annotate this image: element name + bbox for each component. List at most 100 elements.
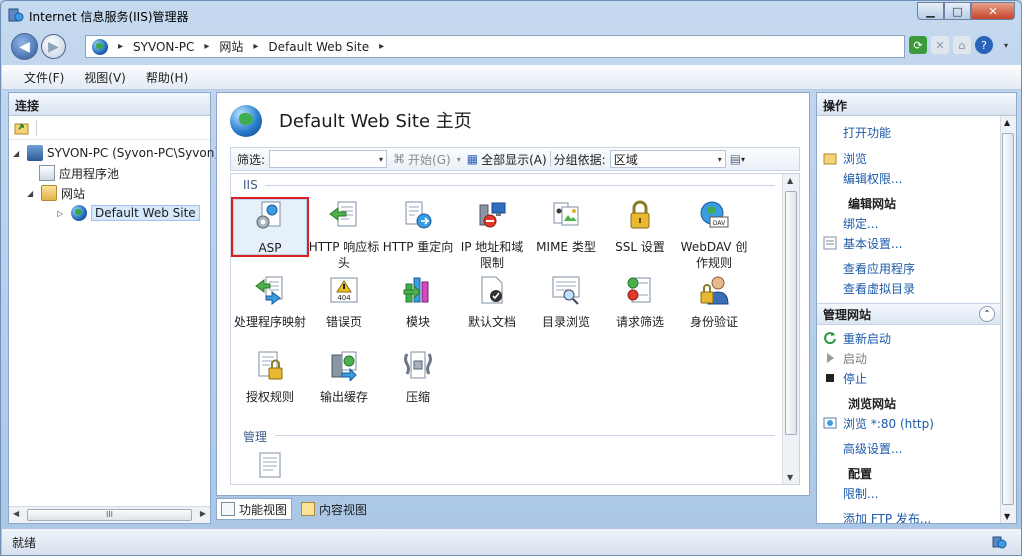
feature-http-redirect[interactable]: HTTP 重定向 (381, 199, 455, 255)
request-filtering-icon (627, 277, 651, 303)
feature-http-response-headers[interactable]: HTTP 响应标头 (307, 199, 381, 271)
tree-item-app-pools[interactable]: 应用程序池 (39, 164, 119, 182)
feature-ip-domain-restrictions[interactable]: IP 地址和域限制 (455, 199, 529, 271)
feature-webdav-authoring-rules[interactable]: DAV WebDAV 创作规则 (677, 199, 751, 271)
scroll-up-icon[interactable]: ▲ (787, 176, 793, 185)
feature-output-caching[interactable]: 输出缓存 (307, 349, 381, 405)
chevron-down-icon[interactable]: ▾ (457, 155, 461, 164)
features-vertical-scrollbar[interactable]: ▲ ▼ (782, 174, 799, 484)
tab-content-view[interactable]: 内容视图 (296, 498, 372, 520)
close-button[interactable]: ✕ (971, 2, 1015, 20)
action-advanced-settings[interactable]: 高级设置... (817, 438, 1001, 458)
feature-error-pages[interactable]: 404 错误页 (307, 274, 381, 330)
menu-file[interactable]: 文件(F) (24, 69, 64, 86)
action-view-virtual-directories[interactable]: 查看虚拟目录 (817, 278, 1001, 298)
show-all-button[interactable]: ▦ 全部显示(A) (467, 151, 547, 168)
feature-compression[interactable]: 压缩 (381, 349, 455, 405)
action-add-ftp-publishing[interactable]: 添加 FTP 发布... (817, 508, 1001, 524)
feature-modules[interactable]: 模块 (381, 274, 455, 330)
ip-domain-restrictions-icon (479, 202, 506, 228)
feature-authorization-rules[interactable]: 授权规则 (233, 349, 307, 405)
chevron-down-icon[interactable]: ▾ (741, 155, 745, 164)
view-mode-button[interactable]: ▤ ▾ (730, 152, 745, 166)
feature-request-filtering[interactable]: 请求筛选 (603, 274, 677, 330)
collapse-icon[interactable]: ⌃ (979, 306, 995, 322)
feature-default-document[interactable]: 默认文档 (455, 274, 529, 330)
tree-expander[interactable]: ◢ (13, 149, 23, 158)
action-explore[interactable]: 浏览 (817, 148, 1001, 168)
action-open-feature[interactable]: 打开功能 (817, 122, 1001, 142)
menu-help[interactable]: 帮助(H) (146, 69, 188, 86)
breadcrumb-server[interactable]: SYVON-PC (133, 40, 194, 54)
home-icon[interactable]: ⌂ (953, 36, 971, 54)
feature-label: IP 地址和域限制 (460, 240, 524, 270)
feature-directory-browsing[interactable]: 目录浏览 (529, 274, 603, 330)
action-start[interactable]: 启动 (817, 348, 1001, 368)
feature-handler-mappings[interactable]: 处理程序映射 (233, 274, 307, 330)
page-title: Default Web Site 主页 (279, 111, 472, 132)
action-limits[interactable]: 限制... (817, 483, 1001, 503)
action-bindings[interactable]: 绑定... (817, 213, 1001, 233)
breadcrumb-default-web-site[interactable]: Default Web Site (268, 40, 369, 54)
action-basic-settings[interactable]: 基本设置... (817, 233, 1001, 253)
default-document-icon (481, 276, 503, 304)
help-icon[interactable]: ? (975, 36, 993, 54)
feature-label: ASP (258, 241, 282, 255)
features-pane: Default Web Site 主页 筛选: ▾ ⌘ 开始(G) ▾ ▦ 全部… (216, 92, 810, 496)
actions-group-edit-site: 编辑网站 (848, 196, 897, 211)
action-stop[interactable]: 停止 (817, 368, 1001, 388)
show-all-icon: ▦ (466, 152, 479, 166)
feature-asp[interactable]: ASP (231, 197, 309, 257)
breadcrumb-separator: ▸ (204, 41, 210, 52)
actions-section-manage-site[interactable]: 管理网站 ⌃ (817, 303, 1001, 325)
action-restart[interactable]: 重新启动 (817, 328, 1001, 348)
configuration-editor-icon (259, 452, 281, 478)
chevron-down-icon[interactable]: ▾ (718, 155, 722, 164)
stop-loading-icon[interactable]: ✕ (931, 36, 949, 54)
breadcrumb-separator[interactable]: ▸ (379, 41, 384, 52)
asp-icon (256, 201, 281, 229)
group-label-management: 管理 (243, 430, 268, 444)
feature-ssl-settings[interactable]: SSL 设置 (603, 199, 677, 255)
breadcrumb-sites[interactable]: 网站 (219, 38, 243, 55)
scroll-thumb[interactable] (1002, 133, 1014, 505)
address-bar[interactable]: ▸ SYVON-PC ▸ 网站 ▸ Default Web Site ▸ (85, 35, 905, 58)
action-browse-http[interactable]: 浏览 *:80 (http) (817, 413, 1001, 433)
tree-item-server[interactable]: ◢ SYVON-PC (Syvon-PC\Syvon) (13, 144, 219, 162)
title-bar[interactable]: Internet 信息服务(IIS)管理器 ▁ □ ✕ (1, 1, 1021, 29)
tree-item-sites[interactable]: ◢ 网站 (27, 184, 85, 202)
scroll-thumb[interactable] (785, 191, 797, 435)
back-button[interactable]: ◀ (11, 33, 38, 60)
refresh-icon[interactable]: ⟳ (909, 36, 927, 54)
actions-vertical-scrollbar[interactable]: ▲ ▼ (1000, 116, 1016, 523)
help-dropdown-icon[interactable]: ▾ (997, 36, 1015, 54)
chevron-down-icon[interactable]: ▾ (379, 155, 383, 164)
menu-view[interactable]: 视图(V) (84, 69, 126, 86)
action-edit-permissions[interactable]: 编辑权限... (817, 168, 1001, 188)
view-tabs: 功能视图 内容视图 (216, 498, 372, 522)
group-by-select[interactable]: 区域 ▾ (609, 150, 726, 168)
maximize-button[interactable]: □ (944, 2, 971, 20)
feature-configuration-editor[interactable] (233, 449, 307, 479)
minimize-button[interactable]: ▁ (917, 2, 944, 20)
scroll-up-icon[interactable]: ▲ (1004, 118, 1010, 127)
scroll-down-icon[interactable]: ▼ (1004, 512, 1010, 521)
connect-icon[interactable] (14, 120, 30, 136)
scroll-left-icon[interactable]: ◀ (13, 509, 19, 518)
scroll-down-icon[interactable]: ▼ (787, 473, 793, 482)
tree-expander[interactable]: ◢ (27, 189, 37, 198)
start-button[interactable]: ⌘ 开始(G) ▾ (393, 151, 461, 168)
start-icon (827, 353, 834, 363)
forward-button[interactable]: ▶ (41, 34, 66, 59)
tree-item-default-web-site[interactable]: ▷ Default Web Site (57, 204, 200, 222)
tab-features-view[interactable]: 功能视图 (216, 498, 293, 520)
feature-authentication[interactable]: 身份验证 (677, 274, 751, 330)
action-view-applications[interactable]: 查看应用程序 (817, 258, 1001, 278)
feature-mime-types[interactable]: MIME 类型 (529, 199, 603, 255)
group-by-label: 分组依据: (553, 152, 606, 167)
scroll-thumb[interactable]: III (27, 509, 192, 521)
connections-horizontal-scrollbar[interactable]: ◀ III ▶ (9, 506, 210, 523)
filter-input[interactable]: ▾ (269, 150, 388, 168)
tree-expander[interactable]: ▷ (57, 209, 67, 218)
scroll-right-icon[interactable]: ▶ (200, 509, 206, 518)
